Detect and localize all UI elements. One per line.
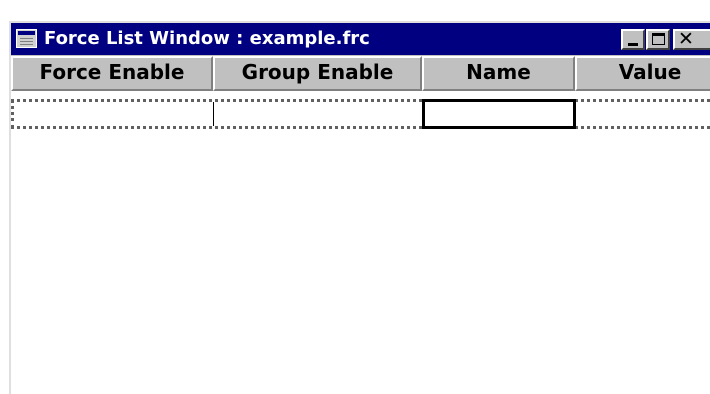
column-header-value[interactable]: Value [575, 56, 710, 91]
title-bar[interactable]: Force List Window : example.frc ✕ [11, 23, 710, 55]
value-cell[interactable] [576, 102, 710, 126]
screen: Force List Window : example.frc ✕ Force … [0, 0, 710, 394]
group-enable-cell[interactable] [213, 102, 422, 126]
force-list-window: Force List Window : example.frc ✕ Force … [9, 21, 710, 394]
minimize-button[interactable] [621, 29, 645, 50]
force-enable-cell[interactable] [14, 102, 213, 126]
maximize-button[interactable] [646, 29, 670, 50]
maximize-icon [652, 33, 665, 45]
column-header: Force Enable Group Enable Name Value [11, 56, 710, 91]
window-icon[interactable] [16, 29, 37, 48]
column-header-name[interactable]: Name [422, 56, 575, 91]
window-title: Force List Window : example.frc [44, 28, 370, 49]
table-row[interactable] [11, 99, 710, 129]
name-cell-selected[interactable] [422, 99, 576, 129]
column-header-force-enable[interactable]: Force Enable [11, 56, 213, 91]
close-button[interactable]: ✕ [673, 28, 710, 50]
minimize-icon [628, 43, 638, 46]
column-header-group-enable[interactable]: Group Enable [213, 56, 422, 91]
force-list-body[interactable] [11, 91, 710, 394]
close-icon: ✕ [678, 28, 694, 50]
